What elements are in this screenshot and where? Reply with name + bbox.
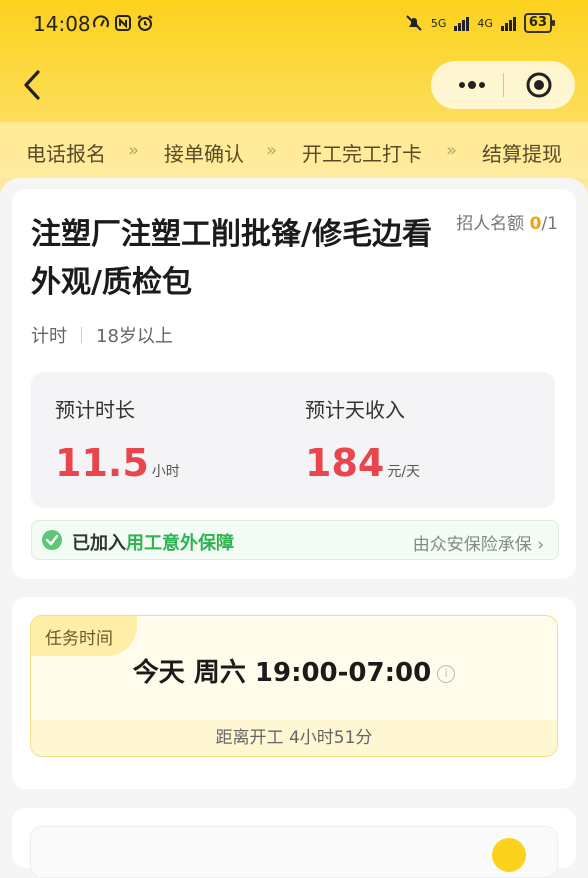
step-apply: 电话报名 [26, 142, 106, 166]
countdown: 距离开工 4小时51分 [31, 720, 557, 756]
step-checkin: 开工完工打卡 [302, 142, 422, 166]
status-time: 14:08 [33, 12, 91, 36]
signal-4g-icon [500, 15, 516, 31]
task-time-tag: 任务时间 [31, 616, 137, 656]
speed-icon [93, 15, 109, 28]
income-value: 184 [305, 441, 385, 485]
duration-unit: 小时 [151, 464, 180, 480]
mute-bell-icon [406, 15, 422, 31]
network-5g-label: 5G [430, 16, 447, 30]
floating-button[interactable] [492, 838, 526, 872]
step-settle: 结算提现 [482, 142, 562, 166]
duration-block: 预计时长 11.5 小时 [55, 394, 180, 485]
info-icon[interactable]: i [437, 664, 456, 683]
alarm-icon [137, 15, 153, 31]
step-arrow-icon: » [266, 140, 278, 161]
quota: 招人名额 0/1 [456, 209, 558, 234]
task-time-box: 任务时间 今天 周六 19:00-07:00 i 距离开工 4小时51分 [30, 615, 558, 757]
estimate-box: 预计时长 11.5 小时 预计天收入 184 元/天 [31, 372, 555, 508]
step-arrow-icon: » [446, 140, 458, 161]
quota-label: 招人名额 [456, 214, 525, 234]
insurance-text: 已加入用工意外保障 [72, 529, 234, 555]
insurance-name: 用工意外保障 [126, 533, 234, 554]
income-label: 预计天收入 [305, 398, 405, 422]
income-unit: 元/天 [387, 464, 421, 480]
task-time-tag-label: 任务时间 [45, 629, 113, 649]
check-circle-icon [42, 530, 62, 550]
insurance-joined: 已加入 [72, 533, 126, 554]
task-time-value-row: 今天 周六 19:00-07:00 i [31, 652, 557, 689]
status-bar: 14:08 5G 4G 63 [0, 0, 588, 50]
battery-icon: 63 [523, 13, 556, 33]
next-card [12, 808, 576, 878]
tag-pay-type: 计时 [31, 326, 67, 347]
capsule-divider [503, 73, 504, 97]
status-right: 5G 4G 63 [405, 13, 556, 33]
job-title: 注塑厂注塑工削批锋/修毛边看外观/质检包 [31, 217, 432, 300]
status-icons [92, 14, 154, 32]
quota-current: 0 [529, 214, 542, 234]
network-4g-label: 4G [477, 16, 493, 30]
nfc-icon [115, 15, 131, 31]
job-card: 注塑厂注塑工削批锋/修毛边看外观/质检包 招人名额 0/1 计时 18岁以上 预… [12, 189, 576, 579]
task-time-card: 任务时间 今天 周六 19:00-07:00 i 距离开工 4小时51分 [12, 597, 576, 789]
more-icon[interactable] [453, 75, 491, 95]
process-steps: 电话报名 » 接单确认 » 开工完工打卡 » 结算提现 [0, 122, 588, 178]
task-time-value: 今天 周六 19:00-07:00 [132, 658, 432, 688]
insurance-provider: 由众安保险承保 › [413, 530, 544, 555]
tag-age: 18岁以上 [96, 326, 173, 347]
back-arrow-icon[interactable] [18, 68, 48, 102]
insurance-provider-text: 由众安保险承保 [412, 535, 532, 555]
quota-total: 1 [547, 214, 558, 234]
step-arrow-icon: » [128, 140, 140, 161]
miniprogram-capsule [431, 61, 575, 109]
income-block: 预计天收入 184 元/天 [305, 394, 420, 485]
next-card-inner [30, 826, 558, 878]
tag-divider [81, 327, 82, 343]
insurance-bar[interactable]: 已加入用工意外保障 由众安保险承保 › [31, 520, 559, 560]
chevron-right-icon: › [537, 535, 544, 555]
job-tags: 计时 18岁以上 [31, 322, 173, 348]
step-confirm: 接单确认 [164, 142, 244, 166]
close-miniprogram-icon[interactable] [525, 71, 553, 99]
duration-value: 11.5 [55, 441, 149, 485]
signal-5g-icon [454, 15, 470, 31]
duration-label: 预计时长 [55, 398, 135, 422]
